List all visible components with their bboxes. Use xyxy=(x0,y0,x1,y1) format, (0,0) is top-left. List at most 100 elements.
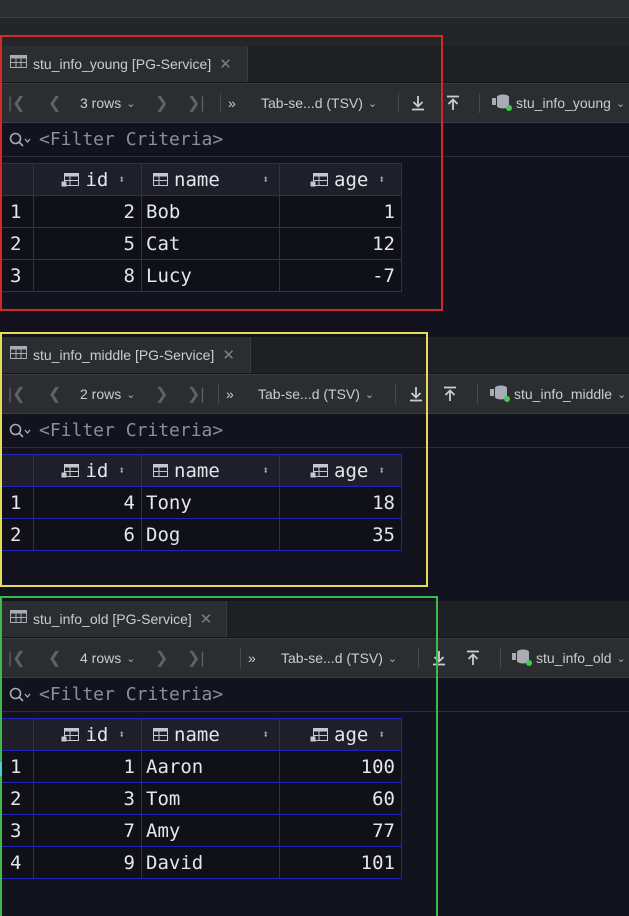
filter-bar[interactable]: <Filter Criteria> xyxy=(0,123,629,157)
filter-bar[interactable]: <Filter Criteria> xyxy=(0,678,629,712)
search-icon[interactable] xyxy=(9,687,31,703)
cell-age[interactable]: 101 xyxy=(279,846,402,879)
cell-name[interactable]: Dog xyxy=(141,518,280,551)
cell-id[interactable]: 6 xyxy=(33,518,142,551)
column-header-age[interactable]: age ⬍ xyxy=(279,718,402,751)
upload-icon[interactable] xyxy=(445,84,461,122)
first-page-icon[interactable]: |❮ xyxy=(8,84,26,122)
sort-icon[interactable]: ⬍ xyxy=(262,464,269,477)
upload-icon[interactable] xyxy=(465,639,481,677)
cell-name[interactable]: David xyxy=(141,846,280,879)
last-page-icon[interactable]: ❯| xyxy=(187,639,205,677)
cell-id[interactable]: 7 xyxy=(33,814,142,847)
export-format-dropdown[interactable]: Tab-se...d (TSV) ⌄ xyxy=(258,375,374,413)
filter-input[interactable]: <Filter Criteria> xyxy=(39,684,223,705)
upload-icon[interactable] xyxy=(442,375,458,413)
cell-age[interactable]: 100 xyxy=(279,750,402,783)
export-format-dropdown[interactable]: Tab-se...d (TSV) ⌄ xyxy=(281,639,397,677)
sort-icon[interactable]: ⬍ xyxy=(118,173,125,186)
datasource-dropdown[interactable]: stu_info_middle ⌄ xyxy=(489,375,626,413)
table-row[interactable]: 2 6 Dog 35 xyxy=(1,518,402,551)
cell-age[interactable]: 1 xyxy=(279,195,402,228)
last-page-icon[interactable]: ❯| xyxy=(187,84,205,122)
close-icon[interactable]: ✕ xyxy=(200,610,213,628)
sort-icon[interactable]: ⬍ xyxy=(262,173,269,186)
cell-id[interactable]: 3 xyxy=(33,782,142,815)
cell-age[interactable]: 12 xyxy=(279,227,402,260)
cell-age[interactable]: 77 xyxy=(279,814,402,847)
rows-count-dropdown[interactable]: 3 rows ⌄ xyxy=(80,84,135,122)
table-row[interactable]: 3 8 Lucy -7 xyxy=(1,259,402,292)
sort-icon[interactable]: ⬍ xyxy=(378,173,385,186)
cell-id[interactable]: 2 xyxy=(33,195,142,228)
next-page-icon[interactable]: ❯ xyxy=(155,84,168,122)
sort-icon[interactable]: ⬍ xyxy=(118,728,125,741)
previous-page-icon[interactable]: ❮ xyxy=(48,84,61,122)
table-row[interactable]: 1 4 Tony 18 xyxy=(1,486,402,519)
result-tab[interactable]: stu_info_young [PG-Service] ✕ xyxy=(0,46,248,82)
next-page-icon[interactable]: ❯ xyxy=(155,639,168,677)
previous-page-icon[interactable]: ❮ xyxy=(48,375,61,413)
sort-icon[interactable]: ⬍ xyxy=(118,464,125,477)
column-header-name[interactable]: name ⬍ xyxy=(141,454,280,487)
cell-name[interactable]: Lucy xyxy=(141,259,280,292)
rows-count-dropdown[interactable]: 4 rows ⌄ xyxy=(80,639,135,677)
search-icon[interactable] xyxy=(9,423,31,439)
column-header-name[interactable]: name ⬍ xyxy=(141,718,280,751)
search-icon[interactable] xyxy=(9,132,31,148)
close-icon[interactable]: ✕ xyxy=(219,55,232,73)
export-format-dropdown[interactable]: Tab-se...d (TSV) ⌄ xyxy=(261,84,377,122)
first-page-icon[interactable]: |❮ xyxy=(8,639,26,677)
column-header-age[interactable]: age ⬍ xyxy=(279,454,402,487)
cell-id[interactable]: 9 xyxy=(33,846,142,879)
previous-page-icon[interactable]: ❮ xyxy=(48,639,61,677)
more-icon[interactable]: » xyxy=(248,639,256,677)
cell-name[interactable]: Aaron xyxy=(141,750,280,783)
filter-bar[interactable]: <Filter Criteria> xyxy=(0,414,629,448)
filter-input[interactable]: <Filter Criteria> xyxy=(39,129,223,150)
next-page-icon[interactable]: ❯ xyxy=(155,375,168,413)
column-header-name[interactable]: name ⬍ xyxy=(141,163,280,196)
rows-count-dropdown[interactable]: 2 rows ⌄ xyxy=(80,375,135,413)
cell-id[interactable]: 5 xyxy=(33,227,142,260)
more-icon[interactable]: » xyxy=(226,375,234,413)
cell-id[interactable]: 1 xyxy=(33,750,142,783)
cell-name[interactable]: Tom xyxy=(141,782,280,815)
cell-id[interactable]: 8 xyxy=(33,259,142,292)
cell-name[interactable]: Cat xyxy=(141,227,280,260)
download-icon[interactable] xyxy=(431,639,447,677)
sort-icon[interactable]: ⬍ xyxy=(378,464,385,477)
result-tab[interactable]: stu_info_old [PG-Service] ✕ xyxy=(0,601,227,637)
sort-icon[interactable]: ⬍ xyxy=(262,728,269,741)
filter-input[interactable]: <Filter Criteria> xyxy=(39,420,223,441)
cell-name[interactable]: Bob xyxy=(141,195,280,228)
table-row[interactable]: 1 2 Bob 1 xyxy=(1,195,402,228)
more-icon[interactable]: » xyxy=(228,84,236,122)
close-icon[interactable]: ✕ xyxy=(222,346,235,364)
cell-age[interactable]: 35 xyxy=(279,518,402,551)
last-page-icon[interactable]: ❯| xyxy=(187,375,205,413)
first-page-icon[interactable]: |❮ xyxy=(8,375,26,413)
table-row[interactable]: 1 1 Aaron 100 xyxy=(1,750,402,783)
cell-name[interactable]: Amy xyxy=(141,814,280,847)
table-row[interactable]: 3 7 Amy 77 xyxy=(1,814,402,847)
toolbar-separator xyxy=(500,648,501,668)
table-row[interactable]: 2 5 Cat 12 xyxy=(1,227,402,260)
column-header-id[interactable]: id ⬍ xyxy=(33,163,142,196)
result-tab[interactable]: stu_info_middle [PG-Service] ✕ xyxy=(0,337,251,373)
cell-id[interactable]: 4 xyxy=(33,486,142,519)
download-icon[interactable] xyxy=(410,84,426,122)
table-row[interactable]: 4 9 David 101 xyxy=(1,846,402,879)
cell-age[interactable]: 60 xyxy=(279,782,402,815)
column-header-age[interactable]: age ⬍ xyxy=(279,163,402,196)
cell-name[interactable]: Tony xyxy=(141,486,280,519)
cell-age[interactable]: -7 xyxy=(279,259,402,292)
cell-age[interactable]: 18 xyxy=(279,486,402,519)
sort-icon[interactable]: ⬍ xyxy=(378,728,385,741)
datasource-dropdown[interactable]: stu_info_young ⌄ xyxy=(491,84,625,122)
download-icon[interactable] xyxy=(408,375,424,413)
column-header-id[interactable]: id ⬍ xyxy=(33,454,142,487)
datasource-dropdown[interactable]: stu_info_old ⌄ xyxy=(511,639,626,677)
column-header-id[interactable]: id ⬍ xyxy=(33,718,142,751)
table-row[interactable]: 2 3 Tom 60 xyxy=(1,782,402,815)
